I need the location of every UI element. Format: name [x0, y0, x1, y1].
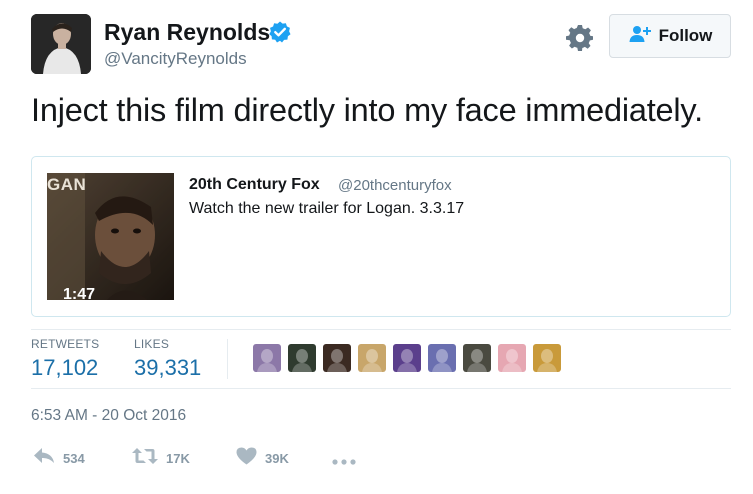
- reply-count: 534: [63, 451, 85, 466]
- liker-avatar-2[interactable]: [288, 344, 316, 372]
- like-button[interactable]: 39K: [236, 447, 289, 470]
- gear-icon[interactable]: [566, 23, 594, 51]
- quoted-tweet-card[interactable]: GAN 1:47 20th Century Fox @20thcenturyfo…: [31, 156, 731, 317]
- retweet-button[interactable]: 17K: [132, 447, 190, 470]
- retweets-label: RETWEETS: [31, 337, 100, 351]
- author-avatar[interactable]: [31, 14, 91, 74]
- liker-avatar-1[interactable]: [253, 344, 281, 372]
- tweet-text: Inject this film directly into my face i…: [31, 92, 703, 128]
- tweet-timestamp[interactable]: 6:53 AM - 20 Oct 2016: [31, 407, 186, 425]
- more-actions-button[interactable]: [332, 452, 356, 470]
- follow-button-label: Follow: [658, 26, 713, 45]
- liker-avatar-6[interactable]: [428, 344, 456, 372]
- retweet-icon: [132, 447, 158, 470]
- retweet-count: 17K: [166, 451, 190, 466]
- video-duration: 1:47: [63, 286, 96, 300]
- more-icon: [332, 452, 356, 470]
- liker-avatar-8[interactable]: [498, 344, 526, 372]
- follow-button[interactable]: Follow: [609, 14, 731, 58]
- likes-label: LIKES: [134, 337, 170, 351]
- retweets-value: 17,102: [31, 355, 99, 380]
- quoted-author-name[interactable]: 20th Century Fox: [189, 176, 320, 194]
- divider: [31, 388, 731, 389]
- liker-avatar-9[interactable]: [533, 344, 561, 372]
- thumbnail-title-text: GAN: [47, 175, 87, 194]
- quoted-author-handle[interactable]: @20thcenturyfox: [338, 177, 452, 194]
- retweets-stat[interactable]: RETWEETS 17,102: [31, 337, 99, 381]
- like-count: 39K: [265, 451, 289, 466]
- likes-value: 39,331: [134, 355, 202, 380]
- liker-avatar-3[interactable]: [323, 344, 351, 372]
- likers-avatars: [253, 344, 561, 372]
- liker-avatar-7[interactable]: [463, 344, 491, 372]
- liker-avatar-5[interactable]: [393, 344, 421, 372]
- quoted-tweet-text: Watch the new trailer for Logan. 3.3.17: [189, 200, 465, 217]
- video-thumbnail[interactable]: GAN 1:47: [47, 173, 174, 300]
- verified-badge-icon: [268, 20, 292, 44]
- author-handle[interactable]: @VancityReynolds: [104, 49, 247, 69]
- author-name[interactable]: Ryan Reynolds: [104, 18, 270, 46]
- stats-separator: [227, 339, 228, 379]
- add-user-icon: [628, 25, 652, 48]
- heart-icon: [236, 447, 257, 470]
- likes-stat[interactable]: LIKES 39,331: [134, 337, 201, 381]
- liker-avatar-4[interactable]: [358, 344, 386, 372]
- divider: [31, 329, 731, 330]
- reply-button[interactable]: 534: [33, 447, 85, 470]
- reply-icon: [33, 447, 55, 470]
